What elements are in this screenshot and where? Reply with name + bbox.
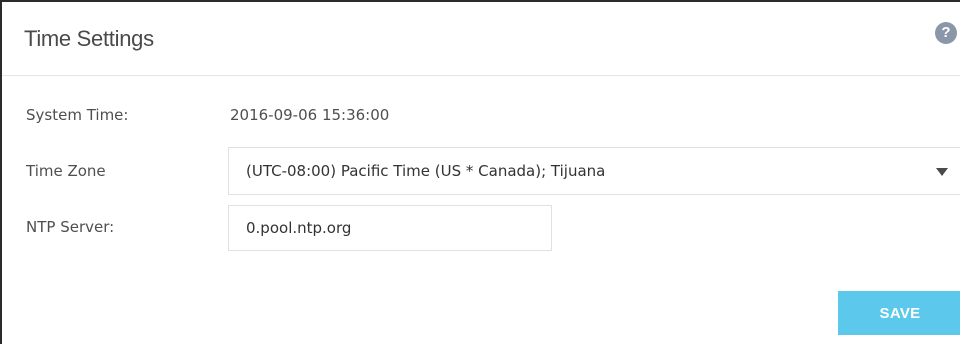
- help-icon[interactable]: ?: [935, 22, 957, 44]
- save-button[interactable]: SAVE: [838, 291, 960, 335]
- caret-down-icon[interactable]: [936, 168, 948, 176]
- page-title: Time Settings: [24, 26, 154, 51]
- time-settings-panel: Time Settings ? System Time: 2016-09-06 …: [0, 0, 960, 344]
- time-zone-selected-value: (UTC-08:00) Pacific Time (US * Canada); …: [246, 162, 606, 180]
- system-time-label: System Time:: [26, 106, 129, 124]
- time-zone-label: Time Zone: [26, 162, 106, 180]
- time-zone-select[interactable]: (UTC-08:00) Pacific Time (US * Canada); …: [228, 147, 960, 195]
- ntp-server-input[interactable]: [228, 205, 552, 251]
- ntp-server-label: NTP Server:: [26, 218, 115, 236]
- panel-header: Time Settings: [2, 2, 960, 76]
- system-time-value: 2016-09-06 15:36:00: [230, 106, 390, 124]
